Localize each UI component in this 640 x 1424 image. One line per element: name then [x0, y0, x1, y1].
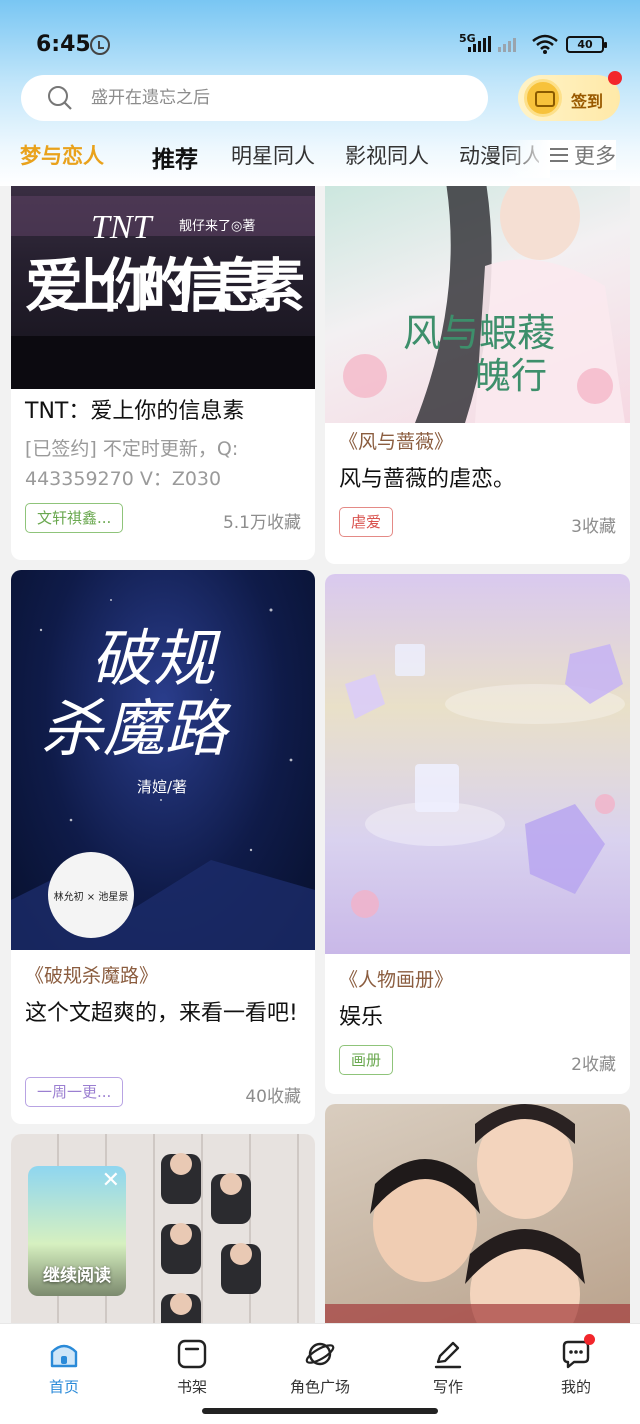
tab-recommend[interactable]: 推荐: [152, 140, 198, 174]
book-card[interactable]: 《人物画册》 娱乐 画册 2收藏: [325, 574, 630, 1094]
bookshelf-icon: [176, 1338, 208, 1370]
nav-home[interactable]: 首页: [9, 1338, 119, 1397]
book-tag[interactable]: 虐爱: [339, 507, 394, 537]
book-tag[interactable]: 画册: [339, 1045, 394, 1075]
tab-celebrity-fanfic[interactable]: 明星同人: [231, 140, 315, 170]
menu-icon: [550, 148, 568, 162]
wifi-icon: [532, 34, 558, 54]
book-tag[interactable]: 一周一更...: [25, 1077, 124, 1107]
nav-mine-label: 我的: [560, 1378, 591, 1396]
nav-mine[interactable]: 我的: [521, 1334, 631, 1397]
nav-write[interactable]: 写作: [393, 1338, 503, 1397]
book-source: 《风与蔷薇》: [339, 431, 454, 453]
book-tag[interactable]: 文轩祺鑫...: [25, 503, 124, 533]
tab-dream-lovers[interactable]: 梦与恋人: [20, 140, 104, 170]
book-feed: TNT 靓仔来了◎著 爱上你的信息素 TNT：爱上你的信息素 [已签约] 不定时…: [0, 186, 640, 1323]
more-tabs-button[interactable]: 更多: [550, 140, 616, 170]
app-notification-icon: [90, 35, 110, 55]
status-bar: 6:45 5G 40: [0, 0, 640, 70]
home-indicator: [202, 1408, 438, 1414]
continue-reading-widget[interactable]: ✕ 继续阅读: [28, 1166, 126, 1296]
nav-character-plaza[interactable]: 角色广场: [265, 1338, 375, 1397]
book-desc-line1: [已签约] 不定时更新，Q:: [25, 438, 239, 460]
cover-author: 靓仔来了◎著: [179, 219, 255, 234]
favorites-count: 40收藏: [245, 1087, 301, 1107]
checkin-button[interactable]: 签到: [518, 71, 622, 121]
favorites-count: 5.1万收藏: [222, 513, 301, 533]
search-bar[interactable]: [21, 75, 488, 121]
search-input[interactable]: [91, 83, 471, 113]
book-title: 风与蔷薇的虐恋。: [339, 467, 516, 492]
battery-icon: 40: [566, 36, 607, 53]
book-title: TNT：爱上你的信息素: [25, 399, 245, 424]
category-tabs: 梦与恋人 推荐 明星同人 影视同人 动漫同人 更多: [0, 140, 640, 180]
planet-icon: [304, 1338, 336, 1370]
favorites-count: 2收藏: [571, 1055, 616, 1075]
book-card[interactable]: TNT 靓仔来了◎著 爱上你的信息素 TNT：爱上你的信息素 [已签约] 不定时…: [11, 186, 315, 560]
status-time: 6:45: [36, 32, 91, 57]
cover-title2: 杀魔路: [41, 692, 232, 765]
signal-icon: [468, 36, 491, 52]
favorites-count: 3收藏: [571, 517, 616, 537]
book-cover: TNT 靓仔来了◎著 爱上你的信息素: [11, 186, 315, 389]
home-icon: [48, 1338, 80, 1370]
nav-home-label: 首页: [48, 1378, 79, 1396]
book-cover: 风与蝦薐 魄行: [325, 186, 630, 423]
book-title: 这个文超爽的，来看一看吧!: [25, 1001, 298, 1026]
book-cover: [325, 1104, 630, 1323]
nav-write-label: 写作: [432, 1378, 463, 1396]
nav-character-plaza-label: 角色广场: [289, 1378, 350, 1396]
book-source: 《人物画册》: [339, 969, 454, 991]
nav-bookshelf[interactable]: 书架: [137, 1338, 247, 1397]
checkin-coin-icon: [524, 79, 562, 117]
checkin-label: 签到: [571, 92, 604, 111]
book-source: 《破规杀魔路》: [25, 965, 159, 987]
cover-title: 爱上你的信息素: [25, 252, 305, 320]
nav-bookshelf-label: 书架: [176, 1378, 207, 1396]
book-card[interactable]: [325, 1104, 630, 1323]
checkin-badge: [608, 71, 622, 85]
continue-reading-label: 继续阅读: [43, 1266, 111, 1286]
book-cover: 破规 杀魔路 清媗/著 林允初 × 池星景: [11, 570, 315, 950]
book-cover: [325, 574, 630, 954]
cover-prefix: TNT: [91, 209, 154, 246]
chat-bubble-icon: [560, 1334, 595, 1370]
notification-badge: [584, 1334, 595, 1345]
more-label: 更多: [574, 144, 616, 168]
search-icon: [48, 86, 72, 110]
cover-names: 林允初 × 池星景: [54, 890, 129, 903]
book-title: 娱乐: [339, 1005, 384, 1030]
tabs-fade: [505, 140, 550, 178]
book-desc-line2: 443359270 V：Z030: [25, 468, 222, 490]
book-card[interactable]: 风与蝦薐 魄行 《风与蔷薇》 风与蔷薇的虐恋。 虐爱 3收藏: [325, 186, 630, 564]
cover-title: 风与蝦薐: [403, 311, 555, 355]
cover-title2: 魄行: [475, 356, 547, 397]
signal-2-icon: [498, 36, 516, 52]
cover-author: 清媗/著: [137, 778, 187, 796]
pen-icon: [432, 1338, 464, 1370]
close-icon[interactable]: ✕: [102, 1170, 120, 1192]
cover-title: 破规: [91, 622, 221, 695]
book-card[interactable]: 破规 杀魔路 清媗/著 林允初 × 池星景 《破规杀魔路》 这个文超爽的，来看一…: [11, 570, 315, 1124]
tab-film-fanfic[interactable]: 影视同人: [345, 140, 429, 170]
